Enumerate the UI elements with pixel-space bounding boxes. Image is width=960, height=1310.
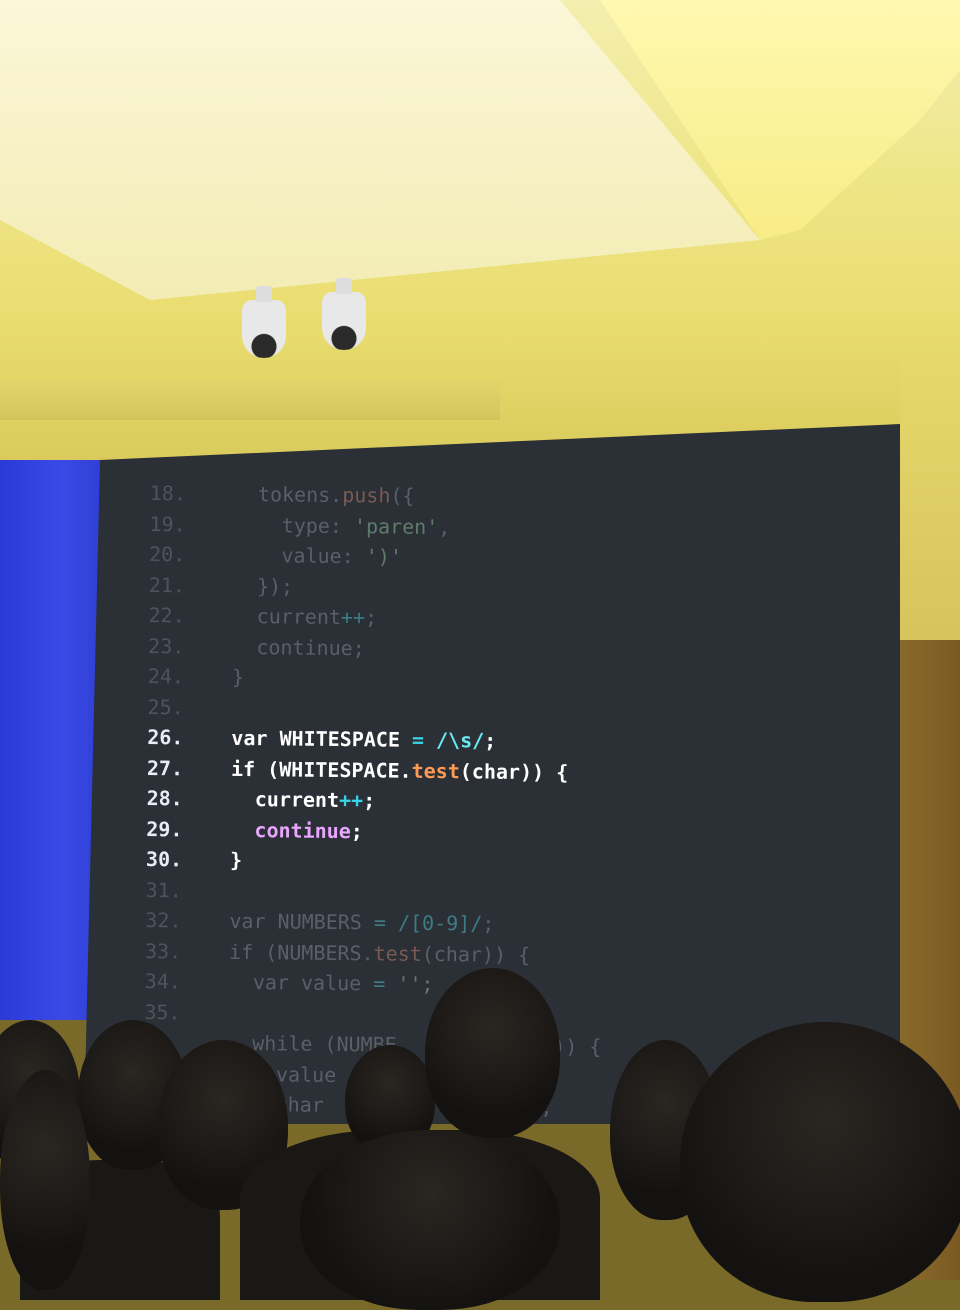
code-token: ++ bbox=[340, 605, 366, 630]
code-token: } bbox=[207, 664, 245, 689]
side-monitor bbox=[0, 460, 104, 1020]
line-number: 20. bbox=[149, 541, 186, 567]
line-number: 21. bbox=[148, 572, 186, 597]
code-token: = bbox=[373, 910, 399, 935]
line-number: 32. bbox=[145, 907, 182, 933]
line-number: 22. bbox=[148, 602, 185, 628]
code-token: if bbox=[206, 756, 268, 781]
code-token: value: bbox=[209, 542, 366, 569]
spotlight-right bbox=[322, 278, 366, 350]
code-token: ; bbox=[363, 788, 376, 813]
line-number: 24. bbox=[147, 663, 185, 689]
code-token: push bbox=[342, 483, 391, 508]
code-token: type: bbox=[209, 512, 355, 538]
code-token: /\s/ bbox=[435, 728, 485, 753]
audience bbox=[0, 960, 960, 1310]
code-token: ; bbox=[484, 728, 497, 753]
code-token: (WHITESPACE. bbox=[267, 756, 412, 783]
line-number: 27. bbox=[146, 755, 184, 780]
code-token: current bbox=[208, 603, 342, 630]
code-token: WHITESPACE bbox=[279, 726, 413, 752]
code-token: ; bbox=[482, 911, 495, 936]
line-number: 23. bbox=[148, 633, 185, 658]
code-token: ; bbox=[350, 818, 363, 843]
code-token: } bbox=[205, 847, 243, 872]
code-token: 'paren' bbox=[353, 513, 439, 539]
code-token: ')' bbox=[365, 544, 402, 569]
code-token: continue bbox=[206, 817, 351, 843]
line-number: 30. bbox=[145, 846, 183, 872]
code-token: var NUMBERS bbox=[205, 908, 375, 935]
code-token: (char)) { bbox=[459, 758, 569, 784]
code-token: var bbox=[207, 725, 280, 751]
wall-right bbox=[900, 360, 960, 660]
code-token: continue; bbox=[208, 634, 365, 660]
line-number: 26. bbox=[147, 724, 184, 750]
code-token: current bbox=[206, 786, 340, 812]
code-token: , bbox=[438, 514, 451, 539]
code-token: tokens. bbox=[209, 481, 343, 508]
line-number: 18. bbox=[149, 480, 187, 506]
code-token: ++ bbox=[338, 787, 364, 813]
spotlight-left bbox=[242, 286, 286, 358]
code-token: }); bbox=[208, 573, 294, 599]
line-number: 19. bbox=[149, 511, 186, 536]
line-number: 28. bbox=[146, 785, 183, 811]
code-token: ({ bbox=[390, 483, 415, 508]
code-token: test bbox=[411, 758, 460, 783]
line-number: 31. bbox=[145, 877, 182, 902]
line-number: 29. bbox=[146, 816, 183, 841]
line-number: 25. bbox=[147, 694, 184, 719]
code-token: = bbox=[411, 727, 437, 753]
wall-beam bbox=[0, 380, 500, 420]
code-token: ; bbox=[364, 605, 378, 630]
code-token: /[0-9]/ bbox=[397, 910, 483, 936]
